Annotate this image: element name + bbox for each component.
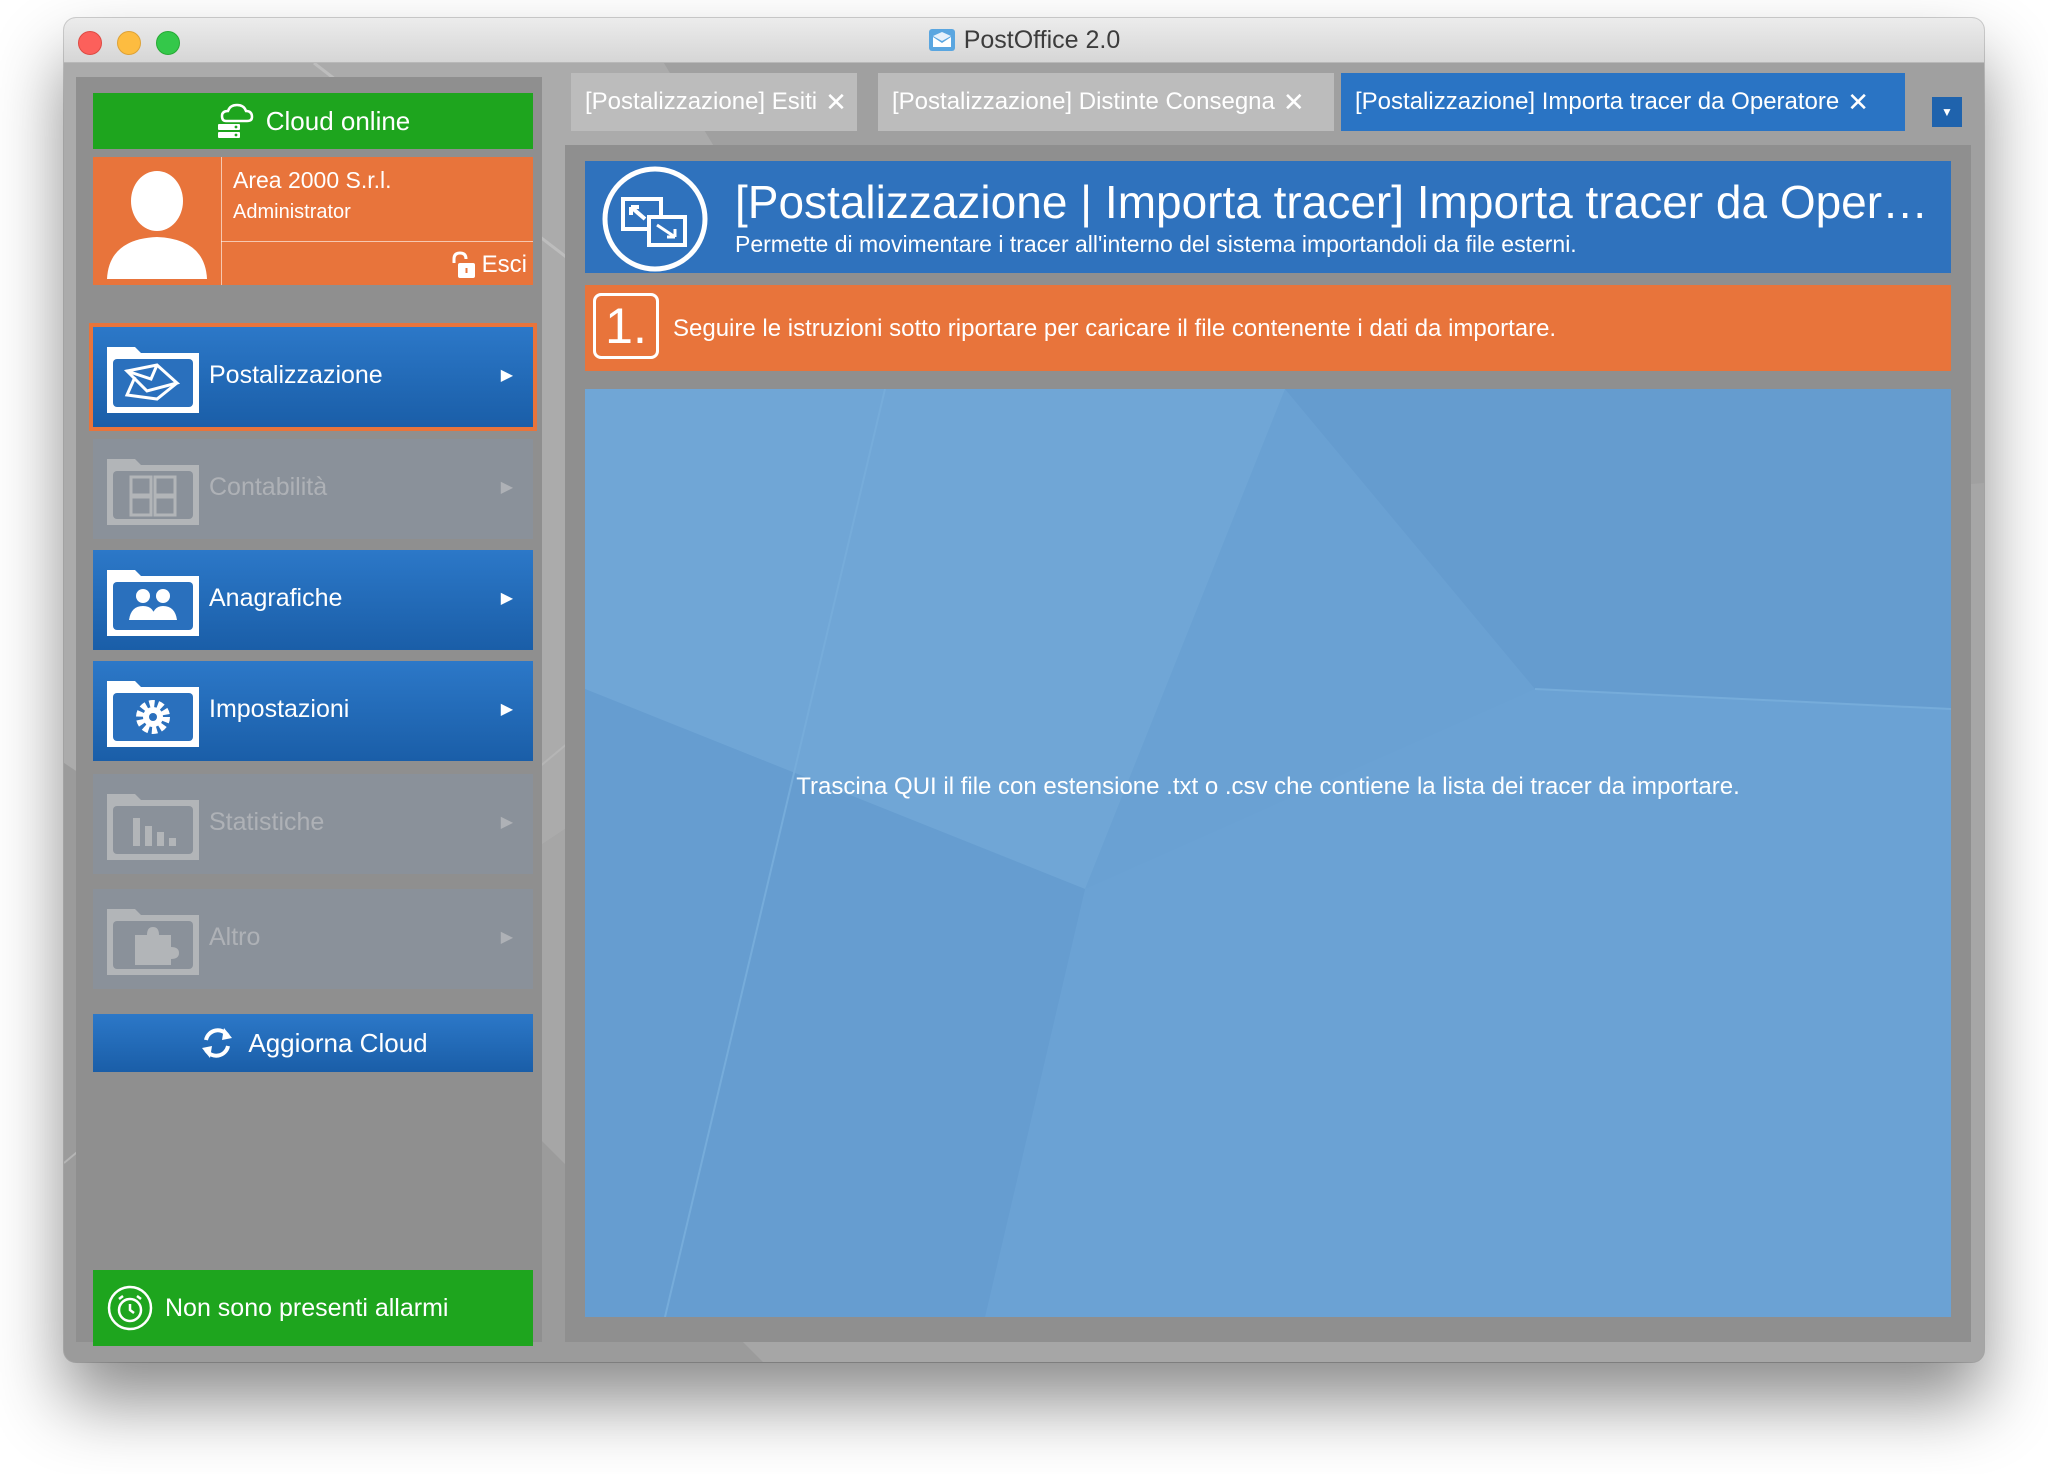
sidebar: Cloud online Area 2000 S.r.l. Administra… bbox=[76, 77, 542, 1346]
tab-importa-tracer[interactable]: [Postalizzazione] Importa tracer da Oper… bbox=[1341, 73, 1905, 131]
import-icon bbox=[602, 166, 708, 272]
tab-label: [Postalizzazione] Importa tracer da Oper… bbox=[1355, 88, 1840, 115]
chevron-right-icon: ▶ bbox=[500, 479, 513, 496]
calculator-icon bbox=[107, 459, 199, 525]
postoffice-app-icon bbox=[928, 29, 955, 51]
main-panel: [Postalizzazione | Importa tracer] Impor… bbox=[565, 145, 1971, 1342]
chevron-right-icon: ▶ bbox=[500, 367, 513, 384]
chevron-down-icon: ▼ bbox=[1941, 105, 1953, 119]
sidebar-item-label: Altro bbox=[209, 923, 261, 951]
sidebar-item-label: Impostazioni bbox=[209, 695, 350, 723]
logout-label: Esci bbox=[481, 251, 527, 278]
window-content: Cloud online Area 2000 S.r.l. Administra… bbox=[64, 63, 1984, 1362]
alarm-status-label: Non sono presenti allarmi bbox=[165, 1293, 449, 1322]
puzzle-icon bbox=[107, 909, 199, 975]
tabs-dropdown-button[interactable]: ▼ bbox=[1932, 97, 1962, 127]
alarm-clock-icon bbox=[107, 1285, 153, 1331]
sidebar-item-postalizzazione[interactable]: Postalizzazione ▶ bbox=[93, 327, 533, 427]
user-role: Administrator bbox=[233, 201, 351, 223]
user-company: Area 2000 S.r.l. bbox=[233, 167, 392, 193]
refresh-cloud-button[interactable]: Aggiorna Cloud bbox=[93, 1014, 533, 1072]
tab-label: [Postalizzazione] Esiti bbox=[585, 88, 818, 115]
sidebar-item-label: Statistiche bbox=[209, 808, 325, 836]
page-subtitle: Permette di movimentare i tracer all'int… bbox=[735, 231, 1577, 257]
app-window: PostOffice 2.0 Cloud online Area 2000 S.… bbox=[64, 18, 1984, 1362]
title-bar[interactable]: PostOffice 2.0 bbox=[64, 18, 1984, 63]
tab-esiti[interactable]: [Postalizzazione] Esiti ✕ bbox=[571, 73, 857, 131]
refresh-icon bbox=[202, 1028, 233, 1058]
page-header: [Postalizzazione | Importa tracer] Impor… bbox=[585, 161, 1951, 273]
refresh-cloud-label: Aggiorna Cloud bbox=[248, 1027, 428, 1058]
user-card-divider bbox=[221, 241, 533, 242]
chevron-right-icon: ▶ bbox=[500, 929, 513, 946]
bar-chart-icon bbox=[107, 794, 199, 860]
gear-icon bbox=[107, 681, 199, 747]
cloud-server-icon bbox=[217, 103, 253, 138]
chevron-right-icon: ▶ bbox=[500, 590, 513, 607]
sidebar-item-anagrafiche[interactable]: Anagrafiche ▶ bbox=[93, 550, 533, 650]
close-tab-icon[interactable]: ✕ bbox=[1847, 87, 1869, 118]
logout-button[interactable]: Esci bbox=[450, 251, 527, 279]
sidebar-item-contabilita[interactable]: Contabilità ▶ bbox=[93, 439, 533, 539]
alarm-status-button[interactable]: Non sono presenti allarmi bbox=[93, 1270, 533, 1346]
unlock-icon bbox=[452, 251, 475, 278]
sidebar-item-impostazioni[interactable]: Impostazioni ▶ bbox=[93, 661, 533, 761]
sidebar-item-statistiche[interactable]: Statistiche ▶ bbox=[93, 774, 533, 874]
step-text: Seguire le istruzioni sotto riportare pe… bbox=[673, 315, 1557, 342]
users-icon bbox=[107, 570, 199, 636]
chevron-right-icon: ▶ bbox=[500, 701, 513, 718]
user-card: Area 2000 S.r.l. Administrator Esci bbox=[93, 157, 533, 285]
user-avatar-icon bbox=[107, 157, 222, 285]
page-title: [Postalizzazione | Importa tracer] Impor… bbox=[735, 176, 1935, 228]
sidebar-item-label: Contabilità bbox=[209, 473, 328, 501]
step-number: 1. bbox=[593, 293, 659, 359]
file-dropzone[interactable]: Trascina QUI il file con estensione .txt… bbox=[585, 389, 1951, 1317]
dropzone-instructions: Trascina QUI il file con estensione .txt… bbox=[796, 773, 1740, 800]
dropzone-pattern bbox=[585, 389, 1951, 1317]
window-title: PostOffice 2.0 bbox=[963, 25, 1121, 54]
sidebar-item-label: Anagrafiche bbox=[209, 584, 343, 612]
close-tab-icon[interactable]: ✕ bbox=[825, 87, 847, 118]
close-tab-icon[interactable]: ✕ bbox=[1283, 87, 1305, 118]
tab-distinte-consegna[interactable]: [Postalizzazione] Distinte Consegna ✕ bbox=[878, 73, 1334, 131]
envelopes-icon bbox=[107, 347, 199, 413]
step-instruction-banner: 1. Seguire le istruzioni sotto riportare… bbox=[585, 285, 1951, 371]
sidebar-item-altro[interactable]: Altro ▶ bbox=[93, 889, 533, 989]
chevron-right-icon: ▶ bbox=[500, 814, 513, 831]
tab-label: [Postalizzazione] Distinte Consegna bbox=[892, 88, 1275, 115]
cloud-status-button[interactable]: Cloud online bbox=[93, 93, 533, 149]
sidebar-item-label: Postalizzazione bbox=[209, 361, 383, 389]
cloud-status-label: Cloud online bbox=[265, 105, 411, 136]
